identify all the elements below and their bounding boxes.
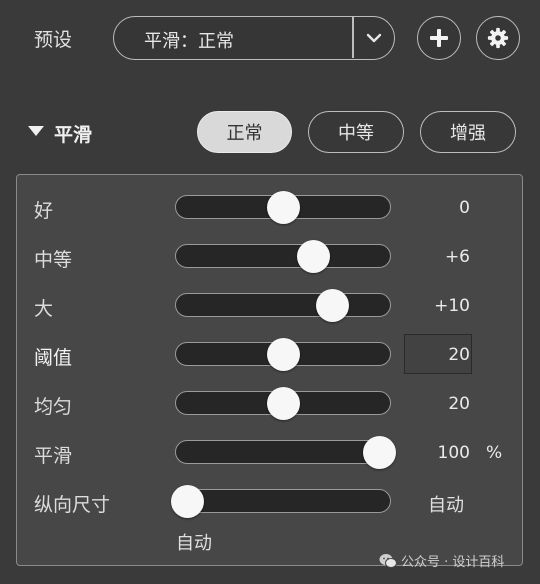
- slider-label-medium: 中等: [34, 249, 73, 271]
- section-title: 平滑: [54, 124, 93, 146]
- slider-value-threshold: 20: [448, 345, 470, 365]
- slider-label-vertical-size: 纵向尺寸: [34, 494, 111, 516]
- slider-label-large: 大: [34, 298, 54, 320]
- mode-strong-button[interactable]: 增强: [420, 111, 516, 153]
- add-preset-button[interactable]: [417, 16, 461, 60]
- slider-thumb-smoothing[interactable]: [363, 436, 396, 469]
- gear-icon: [487, 27, 509, 49]
- dropdown-divider: [352, 17, 354, 58]
- slider-label-threshold: 阈值: [34, 347, 73, 369]
- slider-value-medium: +6: [444, 247, 470, 267]
- preset-settings-button[interactable]: [476, 16, 520, 60]
- slider-thumb-medium[interactable]: [297, 240, 330, 273]
- slider-thumb-threshold[interactable]: [267, 338, 300, 371]
- slider-label-fine: 好: [34, 200, 54, 222]
- chevron-down-icon[interactable]: [364, 28, 384, 48]
- preset-dropdown[interactable]: 平滑：正常: [113, 16, 395, 60]
- slider-track-smoothing[interactable]: [175, 440, 391, 464]
- slider-unit-smoothing: %: [486, 443, 503, 463]
- preset-label: 预设: [34, 29, 73, 51]
- slider-thumb-uniform[interactable]: [267, 387, 300, 420]
- wechat-icon: [379, 553, 397, 568]
- slider-value-vertical-size: 自动: [428, 495, 464, 516]
- preset-value: 平滑：正常: [144, 31, 234, 52]
- slider-thumb-fine[interactable]: [267, 191, 300, 224]
- slider-value-large: +10: [434, 296, 470, 316]
- triangle-down-icon[interactable]: [26, 121, 46, 141]
- slider-track-large[interactable]: [175, 293, 391, 317]
- slider-label-uniform: 均匀: [34, 396, 73, 418]
- slider-value-uniform: 20: [448, 394, 470, 414]
- mode-medium-button[interactable]: 中等: [308, 111, 404, 153]
- slider-value-smoothing: 100: [437, 443, 470, 463]
- vertical-size-auto-hint: 自动: [176, 533, 212, 554]
- plus-icon: [430, 29, 448, 47]
- watermark: 公众号 · 设计百科: [379, 551, 504, 570]
- slider-value-fine: 0: [459, 198, 470, 218]
- watermark-text: 公众号 · 设计百科: [401, 555, 505, 570]
- mode-normal-button[interactable]: 正常: [197, 111, 292, 153]
- slider-thumb-vertical-size[interactable]: [171, 485, 204, 518]
- slider-track-vertical-size[interactable]: [175, 489, 391, 513]
- slider-thumb-large[interactable]: [316, 289, 349, 322]
- slider-label-smoothing: 平滑: [34, 445, 73, 467]
- slider-track-medium[interactable]: [175, 244, 391, 268]
